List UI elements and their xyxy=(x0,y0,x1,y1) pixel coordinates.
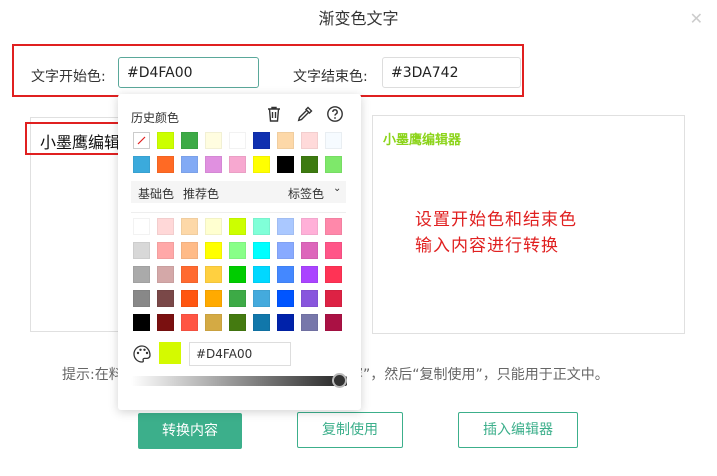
lightness-slider[interactable] xyxy=(131,376,347,386)
help-icon[interactable] xyxy=(326,105,344,123)
annotation-line-1: 设置开始色和结束色 xyxy=(415,210,577,230)
start-color-label: 文字开始色: xyxy=(31,69,106,85)
tab-tag-colors[interactable]: 标签色 xyxy=(288,185,324,202)
start-color-input[interactable] xyxy=(118,57,259,88)
color-swatch[interactable] xyxy=(301,218,318,235)
color-swatch[interactable] xyxy=(181,314,198,331)
color-swatch[interactable] xyxy=(133,156,150,173)
end-color-label: 文字结束色: xyxy=(293,69,368,85)
color-swatch[interactable] xyxy=(325,290,342,307)
color-swatch[interactable] xyxy=(301,290,318,307)
history-colors-label: 历史颜色 xyxy=(131,111,180,125)
color-swatch[interactable] xyxy=(325,266,342,283)
color-swatch[interactable] xyxy=(277,218,294,235)
hex-input[interactable] xyxy=(189,342,291,366)
color-swatch[interactable] xyxy=(277,266,294,283)
color-swatch[interactable] xyxy=(205,242,222,259)
color-swatch[interactable] xyxy=(181,132,198,149)
color-swatch[interactable] xyxy=(253,314,270,331)
color-swatch[interactable] xyxy=(277,132,294,149)
eyedropper-icon[interactable] xyxy=(296,105,314,123)
dialog-title: 渐变色文字 xyxy=(318,9,399,28)
color-swatch[interactable] xyxy=(301,242,318,259)
hint-text: 提示:在料 内容”，然后“复制使用”，只能用于正文中。 xyxy=(62,364,609,384)
palette-tabs: 基础色 推荐色 标签色 ⌄ xyxy=(131,181,346,203)
color-swatch[interactable] xyxy=(325,314,342,331)
color-swatch[interactable] xyxy=(157,314,174,331)
color-swatch[interactable] xyxy=(253,266,270,283)
color-swatch[interactable] xyxy=(205,156,222,173)
color-swatch[interactable] xyxy=(181,266,198,283)
color-swatch[interactable] xyxy=(229,156,246,173)
color-swatch[interactable] xyxy=(325,156,342,173)
hint-right: 内容”，然后“复制使用”，只能用于正文中。 xyxy=(335,367,609,383)
color-swatch[interactable] xyxy=(133,290,150,307)
color-swatch[interactable] xyxy=(133,314,150,331)
end-color-input[interactable] xyxy=(382,57,521,88)
color-swatch[interactable] xyxy=(133,242,150,259)
color-swatch[interactable] xyxy=(301,132,318,149)
color-swatch[interactable] xyxy=(325,218,342,235)
color-swatch[interactable] xyxy=(205,290,222,307)
color-swatch[interactable] xyxy=(157,290,174,307)
color-swatch[interactable] xyxy=(205,266,222,283)
color-swatch[interactable] xyxy=(133,218,150,235)
color-swatch[interactable] xyxy=(157,218,174,235)
color-swatch[interactable] xyxy=(277,290,294,307)
color-swatch[interactable] xyxy=(229,242,246,259)
color-swatch[interactable] xyxy=(157,156,174,173)
color-swatch[interactable] xyxy=(301,266,318,283)
color-swatch[interactable] xyxy=(229,218,246,235)
color-swatch[interactable] xyxy=(157,266,174,283)
color-swatch[interactable] xyxy=(253,290,270,307)
current-color-swatch xyxy=(159,342,181,364)
hint-left: 提示:在料 xyxy=(62,367,123,383)
color-swatch[interactable] xyxy=(181,156,198,173)
preview-text: 小墨鹰编辑器 xyxy=(383,133,462,148)
color-swatch[interactable] xyxy=(277,156,294,173)
annotation-line-2: 输入内容进行转换 xyxy=(415,236,559,256)
chevron-down-icon[interactable]: ⌄ xyxy=(333,183,341,194)
no-color-swatch[interactable] xyxy=(133,132,150,149)
slider-handle[interactable] xyxy=(332,373,347,388)
color-swatch[interactable] xyxy=(277,314,294,331)
color-swatch[interactable] xyxy=(325,132,342,149)
color-swatch[interactable] xyxy=(205,132,222,149)
color-swatch[interactable] xyxy=(205,314,222,331)
color-swatch[interactable] xyxy=(301,314,318,331)
copy-button[interactable]: 复制使用 xyxy=(297,412,403,448)
tab-recommended-colors[interactable]: 推荐色 xyxy=(183,185,219,202)
color-swatch[interactable] xyxy=(229,266,246,283)
color-swatch[interactable] xyxy=(253,132,270,149)
color-swatch[interactable] xyxy=(205,218,222,235)
color-swatch[interactable] xyxy=(157,132,174,149)
color-swatch[interactable] xyxy=(277,242,294,259)
color-swatch[interactable] xyxy=(133,266,150,283)
color-swatch[interactable] xyxy=(229,290,246,307)
convert-button[interactable]: 转换内容 xyxy=(138,413,242,449)
picker-divider xyxy=(131,212,346,213)
color-swatch[interactable] xyxy=(253,218,270,235)
color-swatch[interactable] xyxy=(301,156,318,173)
palette-icon[interactable] xyxy=(132,344,152,364)
annotation-text: 设置开始色和结束色 输入内容进行转换 xyxy=(415,207,577,259)
tab-basic-colors[interactable]: 基础色 xyxy=(138,185,174,202)
color-swatch[interactable] xyxy=(253,156,270,173)
close-icon[interactable]: ✕ xyxy=(690,9,703,28)
color-picker-popup: 历史颜色 基础色 推荐色 标签色 ⌄ xyxy=(118,94,361,410)
color-swatch[interactable] xyxy=(181,290,198,307)
editor-text[interactable]: 小墨鹰编辑 xyxy=(40,129,120,153)
color-swatch[interactable] xyxy=(181,218,198,235)
trash-icon[interactable] xyxy=(265,105,283,123)
color-swatch[interactable] xyxy=(325,242,342,259)
insert-editor-button[interactable]: 插入编辑器 xyxy=(458,412,578,448)
color-swatch[interactable] xyxy=(181,242,198,259)
color-swatch[interactable] xyxy=(229,314,246,331)
color-swatch[interactable] xyxy=(253,242,270,259)
color-swatch[interactable] xyxy=(229,132,246,149)
color-swatch[interactable] xyxy=(157,242,174,259)
